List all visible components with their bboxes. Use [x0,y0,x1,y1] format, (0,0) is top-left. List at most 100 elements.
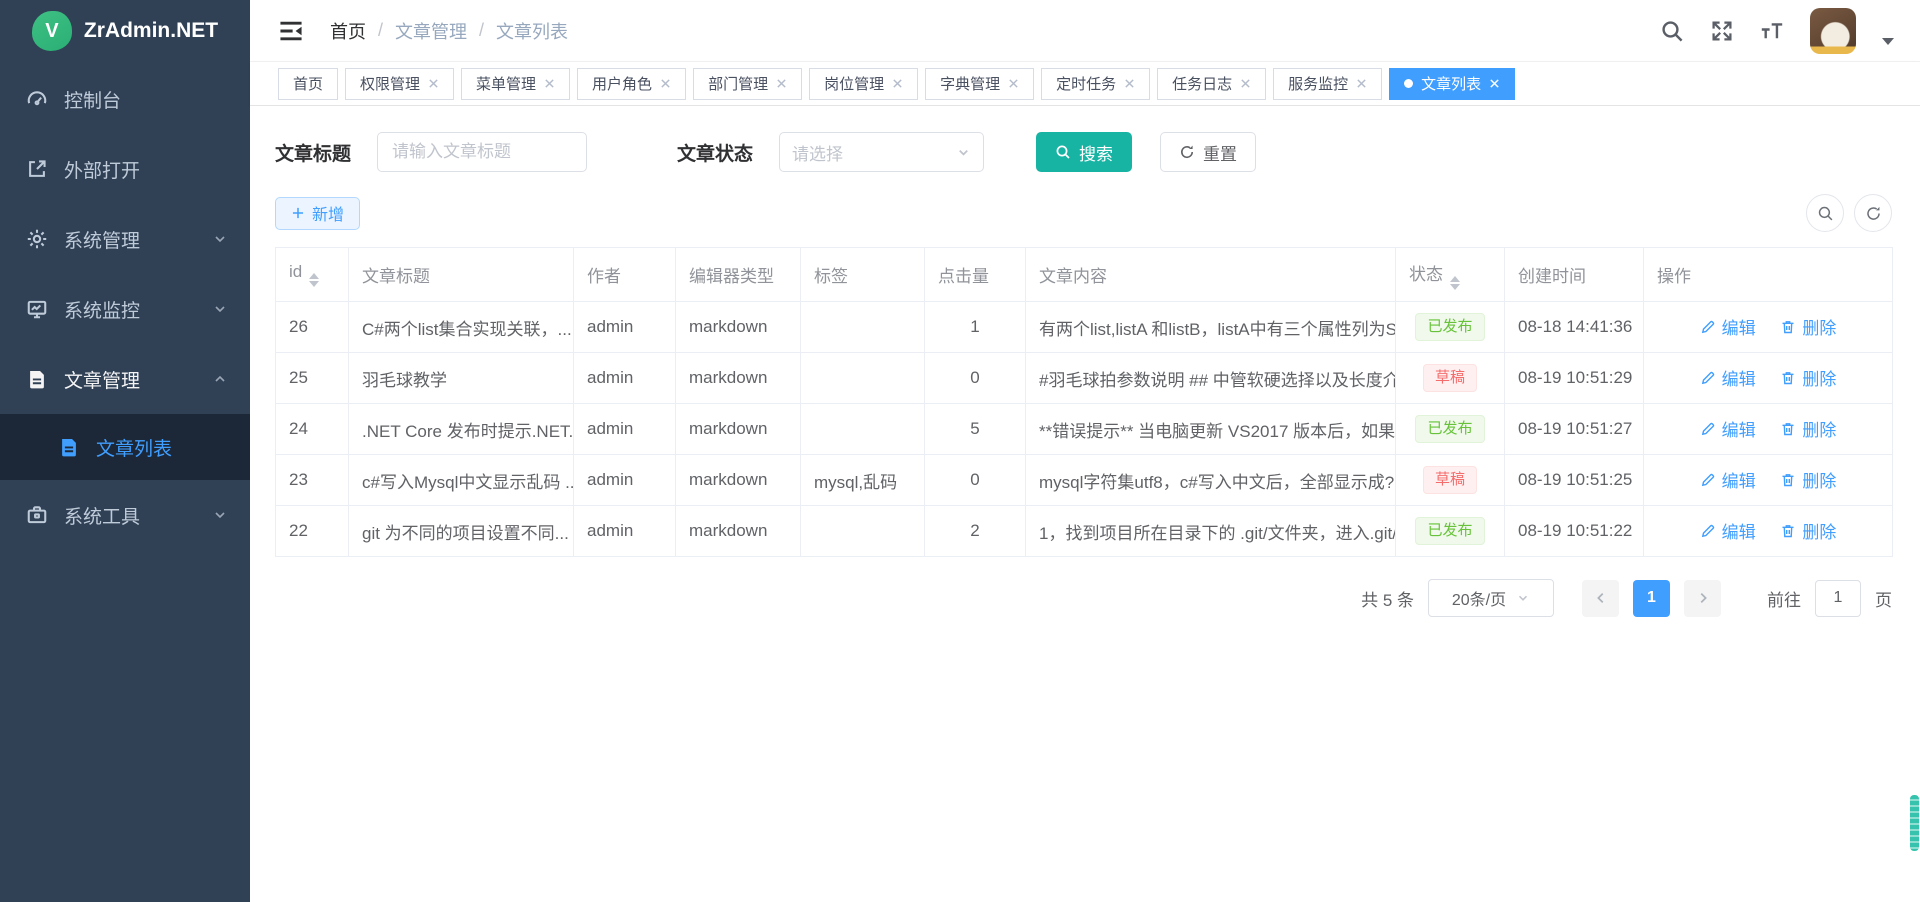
close-icon[interactable] [1008,78,1019,89]
chevron-up-icon [212,371,228,387]
refresh-icon [1179,144,1195,160]
tab-menu-mgmt[interactable]: 菜单管理 [461,68,570,100]
table-row: 26 C#两个list集合实现关联，... admin markdown 1 有… [276,302,1893,353]
edit-button[interactable]: 编辑 [1700,365,1756,390]
avatar[interactable] [1810,8,1856,54]
close-icon[interactable] [1489,78,1500,89]
collapse-menu-icon[interactable] [278,18,304,44]
tab-home[interactable]: 首页 [278,68,338,100]
sidebar-item-external-open[interactable]: 外部打开 [0,134,250,204]
delete-button[interactable]: 删除 [1780,518,1836,543]
toolbox-icon [26,504,48,526]
font-size-icon[interactable] [1760,19,1784,43]
tab-user-role[interactable]: 用户角色 [577,68,686,100]
dashboard-icon [26,88,48,110]
close-icon[interactable] [544,78,555,89]
logo[interactable]: V ZrAdmin.NET [0,0,250,62]
close-icon[interactable] [1356,78,1367,89]
sidebar-menu: 控制台 外部打开 系统管理 系统监控 文章管理 [0,64,250,550]
delete-button[interactable]: 删除 [1780,314,1836,339]
cell-status: 已发布 [1396,302,1505,353]
tab-post-mgmt[interactable]: 岗位管理 [809,68,918,100]
cell-content: **错误提示** 当电脑更新 VS2017 版本后，如果... [1026,404,1396,455]
cell-status: 已发布 [1396,506,1505,557]
cell-title: c#写入Mysql中文显示乱码 ... [349,455,574,506]
close-icon[interactable] [660,78,671,89]
sidebar-item-label: 系统管理 [64,226,212,253]
chevron-left-icon [1594,591,1608,605]
cell-editor: markdown [676,506,801,557]
tab-service-monitor[interactable]: 服务监控 [1273,68,1382,100]
filter-status-label: 文章状态 [677,139,753,166]
status-badge: 已发布 [1415,313,1484,341]
close-icon[interactable] [1124,78,1135,89]
search-icon [1055,144,1071,160]
next-page-button[interactable] [1684,580,1721,617]
active-tab-dot [1404,79,1413,88]
tab-label: 用户角色 [592,73,652,94]
close-icon[interactable] [776,78,787,89]
sort-caret-icons[interactable] [1450,276,1460,290]
cell-author: admin [574,404,676,455]
delete-button[interactable]: 删除 [1780,467,1836,492]
sidebar-item-console[interactable]: 控制台 [0,64,250,134]
prev-page-button[interactable] [1582,580,1619,617]
sidebar-item-label: 文章管理 [64,366,212,393]
close-icon[interactable] [892,78,903,89]
sidebar-item-system-tools[interactable]: 系统工具 [0,480,250,550]
edit-button[interactable]: 编辑 [1700,314,1756,339]
add-button[interactable]: 新增 [275,197,360,230]
gear-icon [26,228,48,250]
sidebar-item-label: 系统工具 [64,502,212,529]
toggle-search-button[interactable] [1806,194,1844,232]
cell-author: admin [574,455,676,506]
refresh-table-button[interactable] [1854,194,1892,232]
sidebar-item-system-mgmt[interactable]: 系统管理 [0,204,250,274]
page-size-select[interactable]: 20条/页 [1428,579,1554,617]
delete-button[interactable]: 删除 [1780,416,1836,441]
sidebar-item-article-list[interactable]: 文章列表 [0,414,250,480]
edit-button[interactable]: 编辑 [1700,416,1756,441]
tab-dict-mgmt[interactable]: 字典管理 [925,68,1034,100]
tab-job-log[interactable]: 任务日志 [1157,68,1266,100]
close-icon[interactable] [1240,78,1251,89]
trash-icon [1780,319,1796,335]
sidebar-item-system-monitor[interactable]: 系统监控 [0,274,250,344]
search-button-label: 搜索 [1079,140,1113,165]
cell-clicks: 0 [925,353,1026,404]
cell-time: 08-18 14:41:36 [1505,302,1644,353]
search-button[interactable]: 搜索 [1036,132,1132,172]
cell-operations: 编辑 删除 [1644,455,1893,506]
edit-button[interactable]: 编辑 [1700,518,1756,543]
reset-button[interactable]: 重置 [1160,132,1256,172]
close-icon[interactable] [428,78,439,89]
article-title-input[interactable] [377,132,587,172]
sort-caret-icons[interactable] [309,273,319,287]
tab-article-list[interactable]: 文章列表 [1389,68,1515,100]
scrollbar-thumb[interactable] [1910,795,1919,851]
edit-pencil-icon [1700,370,1716,386]
chevron-down-icon [212,507,228,523]
tab-cron-job[interactable]: 定时任务 [1041,68,1150,100]
edit-button[interactable]: 编辑 [1700,467,1756,492]
chevron-down-icon [956,145,971,160]
chevron-down-icon [212,231,228,247]
logo-letter: V [45,20,58,43]
edit-pencil-icon [1700,319,1716,335]
sidebar-item-label: 控制台 [64,86,228,113]
breadcrumb-article-mgmt[interactable]: 文章管理 [395,18,467,44]
cell-title: 羽毛球教学 [349,353,574,404]
tab-dept-mgmt[interactable]: 部门管理 [693,68,802,100]
sidebar-item-article-mgmt[interactable]: 文章管理 [0,344,250,414]
fullscreen-icon[interactable] [1710,19,1734,43]
tab-permission-mgmt[interactable]: 权限管理 [345,68,454,100]
caret-down-icon[interactable] [1882,38,1894,45]
sidebar-item-label: 外部打开 [64,156,228,183]
search-icon[interactable] [1660,19,1684,43]
delete-button[interactable]: 删除 [1780,365,1836,390]
breadcrumb-home[interactable]: 首页 [330,18,366,44]
goto-page-input[interactable] [1815,580,1861,617]
article-status-select[interactable]: 请选择 [779,132,984,172]
tab-label: 字典管理 [940,73,1000,94]
page-number-button[interactable]: 1 [1633,580,1670,617]
